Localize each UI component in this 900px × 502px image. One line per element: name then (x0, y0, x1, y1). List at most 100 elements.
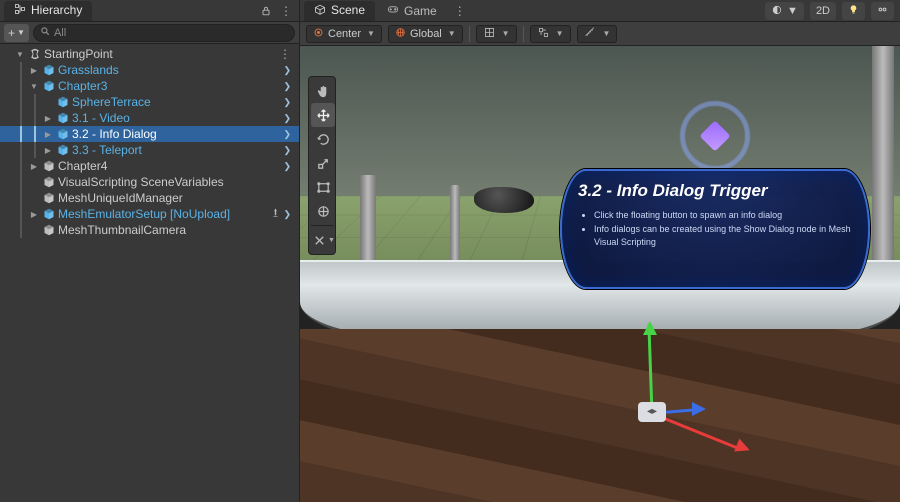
panel-menu-icon[interactable]: ⋮ (277, 2, 295, 20)
ruler-icon (584, 26, 597, 42)
tab-label: Hierarchy (31, 3, 82, 17)
tab-scene[interactable]: Scene (304, 1, 375, 21)
gameobject-cube-icon (56, 127, 70, 141)
move-tool[interactable] (311, 103, 335, 127)
gameobject-cube-icon (42, 191, 56, 205)
hierarchy-tabbar: Hierarchy ⋮ (0, 0, 299, 22)
open-prefab-icon[interactable]: ❯ (283, 209, 291, 220)
grid-snap-dropdown[interactable]: ▼ (476, 25, 517, 43)
hierarchy-item-label: Chapter4 (58, 159, 281, 173)
scene-menu-icon[interactable]: ⋮ (279, 47, 291, 61)
info-bullet: Info dialogs can be created using the Sh… (594, 223, 852, 250)
tab-game[interactable]: Game (377, 1, 447, 20)
gameobject-cube-icon (56, 143, 70, 157)
info-bullet: Click the floating button to spawn an in… (594, 209, 852, 223)
lighting-toggle[interactable] (842, 2, 865, 20)
hierarchy-item-label: VisualScripting SceneVariables (58, 175, 295, 189)
hierarchy-item-label: Grasslands (58, 63, 281, 77)
increment-dropdown[interactable]: ▼ (577, 25, 618, 43)
hierarchy-item-label: Chapter3 (58, 79, 281, 93)
info-title: 3.2 - Info Dialog Trigger (578, 181, 852, 201)
grid-icon (483, 26, 496, 42)
rock-mesh (474, 187, 534, 213)
expand-arrow-icon[interactable]: ▶ (28, 210, 40, 219)
open-prefab-icon[interactable]: ❯ (283, 97, 291, 108)
add-button[interactable]: +▼ (4, 24, 29, 42)
scene-view-options: ▼ 2D (765, 2, 894, 20)
rect-tool[interactable] (311, 175, 335, 199)
gameobject-cube-icon (56, 95, 70, 109)
hierarchy-item-label: SphereTerrace (72, 95, 281, 109)
expand-arrow-icon[interactable]: ▶ (28, 162, 40, 171)
hierarchy-row[interactable]: ▶3.2 - Info Dialog❯ (0, 126, 299, 142)
toggle-2d[interactable]: 2D (810, 2, 836, 20)
scene-toolbar: Center▼ Global▼ ▼ ▼ ▼ (300, 22, 900, 46)
open-prefab-icon[interactable]: ❯ (283, 161, 291, 172)
open-prefab-icon[interactable]: ❯ (283, 65, 291, 76)
open-prefab-icon[interactable]: ❯ (283, 81, 291, 92)
move-handle-icon[interactable]: ◂▸ (638, 402, 666, 422)
open-prefab-icon[interactable]: ❯ (283, 113, 291, 124)
pivot-mode-dropdown[interactable]: Center▼ (306, 25, 382, 43)
hierarchy-item-label: StartingPoint (44, 47, 277, 61)
override-icon (270, 207, 281, 221)
gameobject-cube-icon (42, 159, 56, 173)
expand-arrow-icon[interactable]: ▶ (42, 146, 54, 155)
scene-viewport[interactable]: 3.2 - Info Dialog Trigger Click the floa… (300, 46, 900, 502)
expand-arrow-icon[interactable]: ▼ (14, 50, 26, 59)
tab-hierarchy[interactable]: Hierarchy (4, 1, 92, 21)
hierarchy-row[interactable]: SphereTerrace❯ (0, 94, 299, 110)
transform-gizmo[interactable]: ◂▸ (572, 324, 732, 484)
gameobject-cube-icon (42, 223, 56, 237)
hierarchy-toolbar: +▼ All (0, 22, 299, 44)
gameobject-cube-icon (42, 207, 56, 221)
hierarchy-row[interactable]: ▶ Chapter4❯ (0, 158, 299, 174)
hierarchy-item-label: MeshEmulatorSetup [NoUpload] (58, 207, 268, 221)
hierarchy-row[interactable]: ▶ Grasslands❯ (0, 62, 299, 78)
hierarchy-row[interactable]: ▶ MeshEmulatorSetup [NoUpload] ❯ (0, 206, 299, 222)
hierarchy-row[interactable]: ▶ 3.3 - Teleport❯ (0, 142, 299, 158)
expand-arrow-icon[interactable]: ▼ (28, 82, 40, 91)
expand-arrow-icon[interactable]: ▶ (28, 66, 40, 75)
hierarchy-item-label: 3.3 - Teleport (72, 143, 281, 157)
hierarchy-row[interactable]: ▼ Chapter3❯ (0, 78, 299, 94)
gameobject-cube-icon (42, 63, 56, 77)
scale-tool[interactable] (311, 151, 335, 175)
center-icon (313, 27, 324, 41)
snap-increment-dropdown[interactable]: ▼ (530, 25, 571, 43)
search-icon (40, 26, 50, 39)
open-prefab-icon[interactable]: ❯ (283, 129, 291, 140)
hierarchy-row[interactable]: VisualScripting SceneVariables (0, 174, 299, 190)
hierarchy-item-label: MeshUniqueIdManager (58, 191, 295, 205)
gameobject-cube-icon (56, 111, 70, 125)
global-icon (395, 27, 406, 41)
draw-mode-dropdown[interactable]: ▼ (765, 2, 804, 20)
expand-arrow-icon[interactable]: ▶ (42, 114, 54, 123)
lock-icon[interactable] (257, 2, 275, 20)
hierarchy-item-label: MeshThumbnailCamera (58, 223, 295, 237)
expand-arrow-icon[interactable]: ▶ (42, 130, 54, 139)
scene-icon (314, 3, 326, 18)
info-dialog-panel: 3.2 - Info Dialog Trigger Click the floa… (560, 169, 870, 289)
hierarchy-row[interactable]: ▶ 3.1 - Video❯ (0, 110, 299, 126)
transform-tool[interactable] (311, 199, 335, 223)
custom-tools-dropdown[interactable]: ▼ (311, 228, 335, 252)
snap-icon (537, 26, 550, 42)
search-input[interactable]: All (33, 24, 295, 42)
audio-toggle[interactable] (871, 2, 894, 20)
floating-button-gizmo (680, 101, 750, 171)
fx-icon (877, 4, 888, 18)
rotate-tool[interactable] (311, 127, 335, 151)
hierarchy-icon (14, 3, 26, 18)
space-mode-dropdown[interactable]: Global▼ (388, 25, 463, 43)
hand-tool[interactable] (311, 79, 335, 103)
hierarchy-item-label: 3.1 - Video (72, 111, 281, 125)
game-icon (387, 3, 399, 18)
hierarchy-row[interactable]: MeshUniqueIdManager (0, 190, 299, 206)
scene-tool-palette: ▼ (308, 76, 336, 255)
hierarchy-row[interactable]: MeshThumbnailCamera (0, 222, 299, 238)
hierarchy-row[interactable]: ▼ StartingPoint⋮ (0, 46, 299, 62)
gameobject-cube-icon (42, 175, 56, 189)
scene-panel-menu-icon[interactable]: ⋮ (451, 2, 469, 20)
open-prefab-icon[interactable]: ❯ (283, 145, 291, 156)
